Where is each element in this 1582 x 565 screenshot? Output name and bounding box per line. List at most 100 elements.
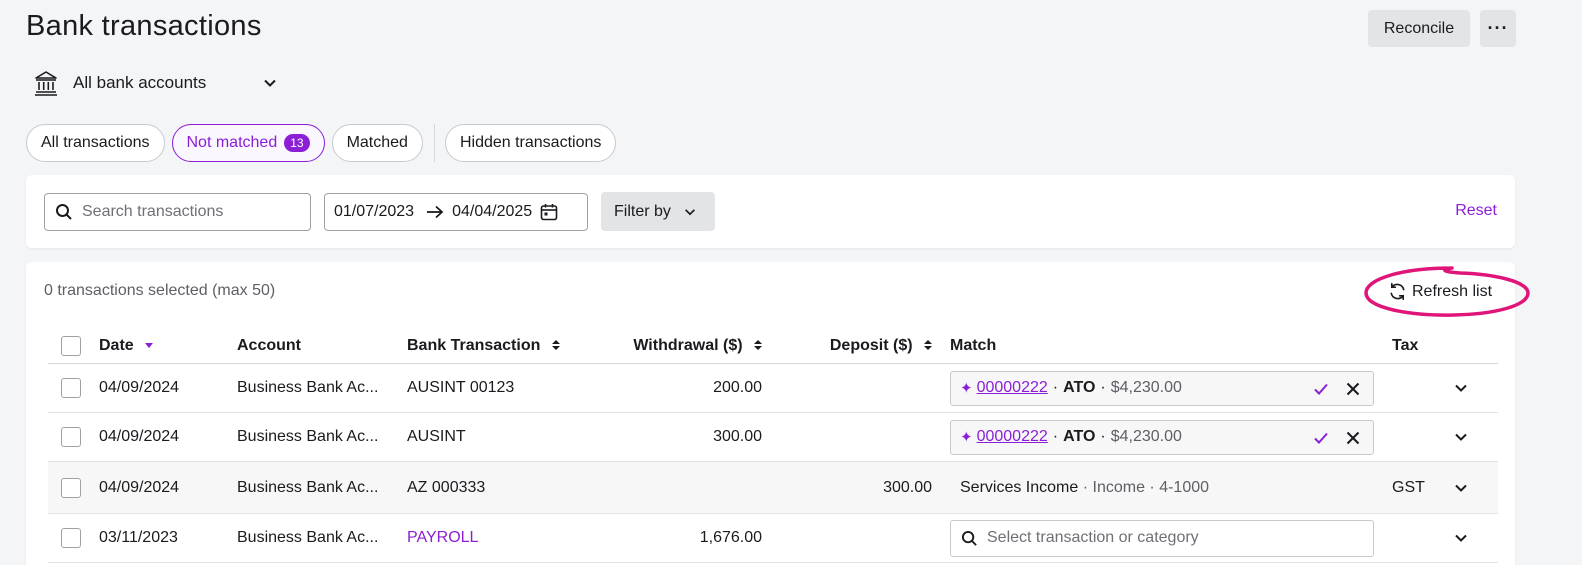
tab-hidden-transactions[interactable]: Hidden transactions [444,124,617,162]
tab-label: Hidden transactions [459,134,602,151]
reject-match-icon[interactable] [1345,430,1361,446]
row-bank-transaction: AZ 000333 [407,478,486,496]
column-withdrawal[interactable]: Withdrawal ($) [568,337,762,355]
match-amount: $4,230.00 [1110,428,1182,445]
table-row: 04/09/2024 Business Bank Ac... AUSINT 30… [48,413,1498,462]
chevron-down-icon[interactable] [1453,480,1469,496]
separator: · [1052,428,1059,445]
row-account: Business Bank Ac... [237,478,379,496]
transaction-tabs: All transactions Not matched 13 Matched … [26,124,623,162]
chevron-down-icon[interactable] [1453,530,1469,546]
selection-count: 0 transactions selected (max 50) [44,282,276,299]
category-code: 4-1000 [1159,478,1210,496]
bank-icon [35,71,57,96]
sort-desc-icon [145,343,154,349]
row-tax: GST [1392,478,1425,496]
sort-icon [551,340,560,351]
transactions-table-panel: 0 transactions selected (max 50) Refresh… [26,262,1530,565]
header-actions: Reconcile ··· [1368,10,1516,47]
sort-icon [754,340,762,351]
match-contact: ATO [1063,379,1096,396]
select-transaction-field[interactable]: Select transaction or category [950,519,1374,557]
row-deposit: 300.00 [883,478,932,496]
match-suggestion: ✦ 00000222 · ATO · $4,230.00 [950,419,1374,455]
table-row: 04/09/2024 Business Bank Ac... AUSINT 00… [48,364,1498,413]
row-bank-transaction: AUSINT 00123 [407,379,515,396]
row-account: Business Bank Ac... [237,379,379,396]
select-all-checkbox[interactable] [61,335,81,356]
search-input[interactable] [82,203,302,221]
page-title: Bank transactions [26,10,262,42]
separator: · [1100,428,1106,445]
column-date[interactable]: Date [99,336,154,355]
row-date: 03/11/2023 [99,529,178,546]
column-label: Date [99,336,134,354]
sparkle-icon: ✦ [960,429,973,446]
column-label: Bank Transaction [407,336,541,354]
row-withdrawal: 1,676.00 [699,529,762,546]
refresh-list-button[interactable]: Refresh list [1388,282,1492,301]
reconcile-button[interactable]: Reconcile [1368,10,1470,47]
tab-matched[interactable]: Matched [331,124,423,162]
separator: · [1082,478,1089,496]
tab-not-matched[interactable]: Not matched 13 [171,124,325,162]
match-reference-link[interactable]: 00000222 [977,428,1048,446]
row-checkbox[interactable] [61,528,81,548]
row-account: Business Bank Ac... [237,428,379,445]
search-field[interactable] [44,193,311,231]
select-placeholder: Select transaction or category [987,529,1199,546]
reset-link[interactable]: Reset [1455,202,1497,220]
tab-divider [433,124,435,162]
filter-by-button[interactable]: Filter by [601,192,715,231]
tab-all-transactions[interactable]: All transactions [26,124,165,162]
date-from: 01/07/2023 [334,203,415,220]
filter-panel: 01/07/2023 04/04/2025 Filter by Reset [26,175,1515,248]
match-reference-link[interactable]: 00000222 [977,379,1048,397]
sort-icon [924,340,932,351]
row-checkbox[interactable] [61,378,81,398]
tab-label: Matched [346,134,408,151]
refresh-label: Refresh list [1412,282,1493,300]
chevron-down-icon [684,208,695,215]
column-match: Match [950,336,997,354]
separator: · [1052,379,1059,396]
row-checkbox[interactable] [61,477,81,498]
sparkle-icon: ✦ [960,380,973,397]
row-account: Business Bank Ac... [237,529,379,546]
row-checkbox[interactable] [61,427,81,447]
separator: · [1100,379,1106,396]
chevron-down-icon[interactable] [1453,380,1469,396]
bank-account-label: All bank accounts [73,73,207,92]
table-row: 04/09/2024 Business Bank Ac... AZ 000333… [48,462,1498,514]
separator: · [1149,478,1155,496]
count-badge: 13 [284,134,310,152]
date-range-picker[interactable]: 01/07/2023 04/04/2025 [324,193,588,231]
date-to: 04/04/2025 [452,203,533,220]
column-bank-transaction[interactable]: Bank Transaction [407,337,560,355]
calendar-icon[interactable] [540,203,558,221]
bank-account-selector[interactable]: All bank accounts [34,68,278,98]
row-withdrawal: 200.00 [713,379,762,396]
column-label: Withdrawal ($) [633,336,743,354]
arrow-right-icon [427,205,444,219]
accept-match-icon[interactable] [1313,430,1329,446]
row-category[interactable]: Services Income · Income · 4-1000 [960,479,1209,497]
column-tax: Tax [1392,336,1419,354]
accept-match-icon[interactable] [1313,381,1329,397]
row-bank-transaction-link[interactable]: PAYROLL [407,529,478,547]
match-suggestion: ✦ 00000222 · ATO · $4,230.00 [950,370,1374,406]
tab-label: All transactions [41,134,150,151]
chevron-down-icon[interactable] [1453,429,1469,445]
column-account: Account [237,336,301,354]
more-options-button[interactable]: ··· [1480,10,1516,47]
reject-match-icon[interactable] [1345,381,1361,397]
table-header: Date Account Bank Transaction Withdrawal… [48,328,1498,364]
row-date: 04/09/2024 [99,379,180,396]
category-type: Income [1092,478,1145,496]
match-contact: ATO [1063,428,1096,445]
column-deposit[interactable]: Deposit ($) [768,337,932,355]
row-date: 04/09/2024 [99,478,180,496]
search-icon [961,530,977,546]
filter-by-label: Filter by [614,202,671,220]
category-name: Services Income [960,478,1079,496]
